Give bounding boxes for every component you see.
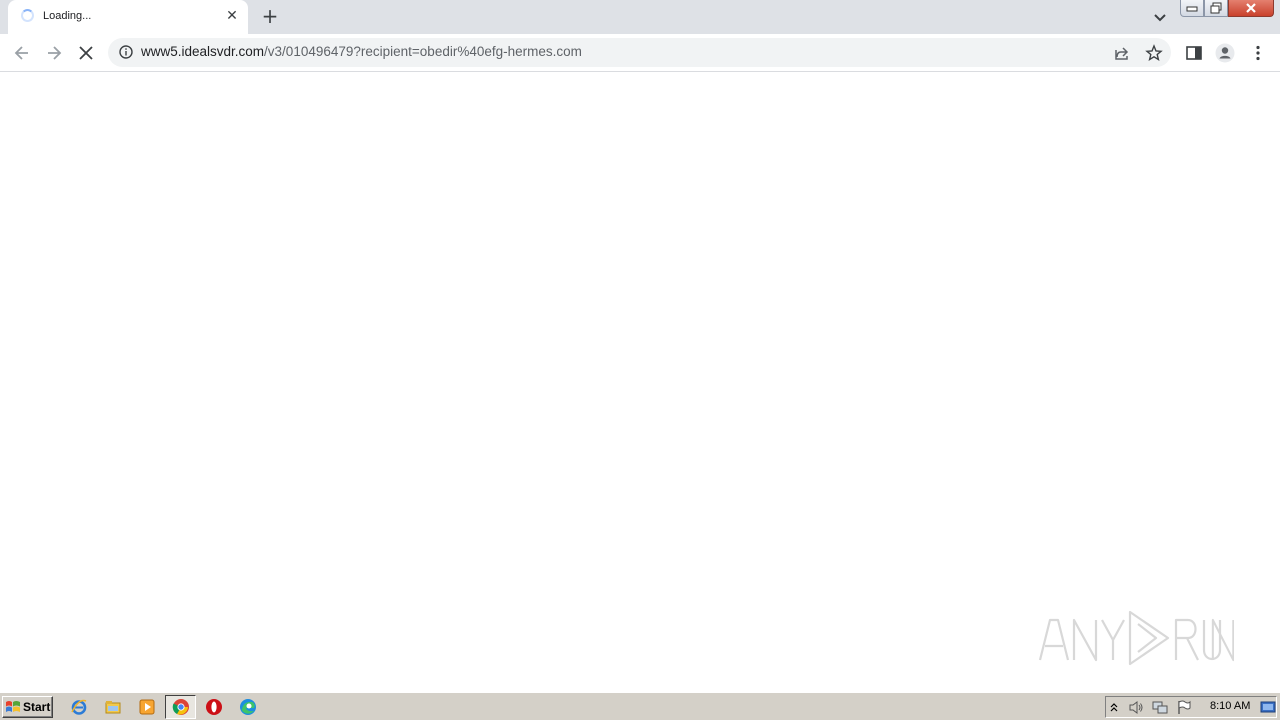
action-center-flag-icon[interactable]: [1176, 700, 1192, 715]
url-host: www5.idealsvdr.com: [141, 44, 265, 59]
edge-icon[interactable]: [239, 698, 257, 716]
taskbar-clock[interactable]: 8:10 AM: [1210, 700, 1250, 712]
tab-strip: Loading... ✕ +: [0, 0, 1280, 34]
url-text[interactable]: www5.idealsvdr.com/v3/010496479?recipien…: [141, 44, 582, 59]
tab-title: Loading...: [43, 10, 92, 22]
share-icon[interactable]: [1113, 44, 1131, 62]
network-icon[interactable]: [1152, 700, 1168, 715]
address-bar[interactable]: www5.idealsvdr.com/v3/010496479?recipien…: [108, 38, 1171, 67]
browser-toolbar: www5.idealsvdr.com/v3/010496479?recipien…: [0, 34, 1280, 72]
url-path: /v3/010496479?recipient=obedir%40efg-her…: [264, 44, 582, 59]
opera-icon[interactable]: [205, 698, 223, 716]
anyrun-watermark-logo: [1038, 610, 1234, 666]
tab-close-icon[interactable]: ✕: [224, 8, 240, 24]
file-explorer-icon[interactable]: [104, 698, 122, 716]
window-controls: [1180, 0, 1274, 18]
browser-tab[interactable]: Loading... ✕: [8, 0, 248, 34]
tab-search-chevron-icon[interactable]: [1151, 8, 1169, 26]
restore-button[interactable]: [1204, 0, 1228, 17]
profile-avatar-icon[interactable]: [1215, 43, 1235, 63]
restore-icon: [1210, 2, 1222, 14]
show-desktop-icon[interactable]: [1260, 700, 1276, 715]
windows-taskbar: Start 8:10 AM: [0, 692, 1280, 720]
close-icon: [1246, 3, 1256, 13]
bookmark-star-icon[interactable]: [1145, 44, 1163, 62]
system-tray: 8:10 AM: [1105, 696, 1277, 718]
close-window-button[interactable]: [1228, 0, 1274, 17]
minimize-button[interactable]: [1180, 0, 1204, 17]
side-panel-icon[interactable]: [1184, 43, 1204, 63]
start-label: Start: [23, 700, 51, 714]
media-player-icon[interactable]: [138, 698, 156, 716]
internet-explorer-icon[interactable]: [70, 698, 88, 716]
chrome-icon: [172, 699, 189, 715]
chrome-taskbar-button[interactable]: [165, 695, 196, 719]
site-info-icon[interactable]: [119, 45, 133, 59]
volume-icon[interactable]: [1128, 700, 1144, 715]
more-menu-icon[interactable]: [1248, 43, 1268, 63]
show-hidden-icons-icon[interactable]: [1109, 700, 1119, 715]
start-button[interactable]: Start: [2, 696, 53, 718]
back-arrow-icon[interactable]: [12, 43, 32, 63]
page-content: [0, 72, 1280, 692]
minimize-icon: [1186, 6, 1198, 12]
stop-loading-icon[interactable]: [76, 43, 96, 63]
windows-logo-icon: [6, 701, 20, 712]
loading-spinner-icon: [21, 9, 34, 22]
forward-arrow-icon[interactable]: [44, 43, 64, 63]
new-tab-button[interactable]: +: [259, 6, 281, 28]
